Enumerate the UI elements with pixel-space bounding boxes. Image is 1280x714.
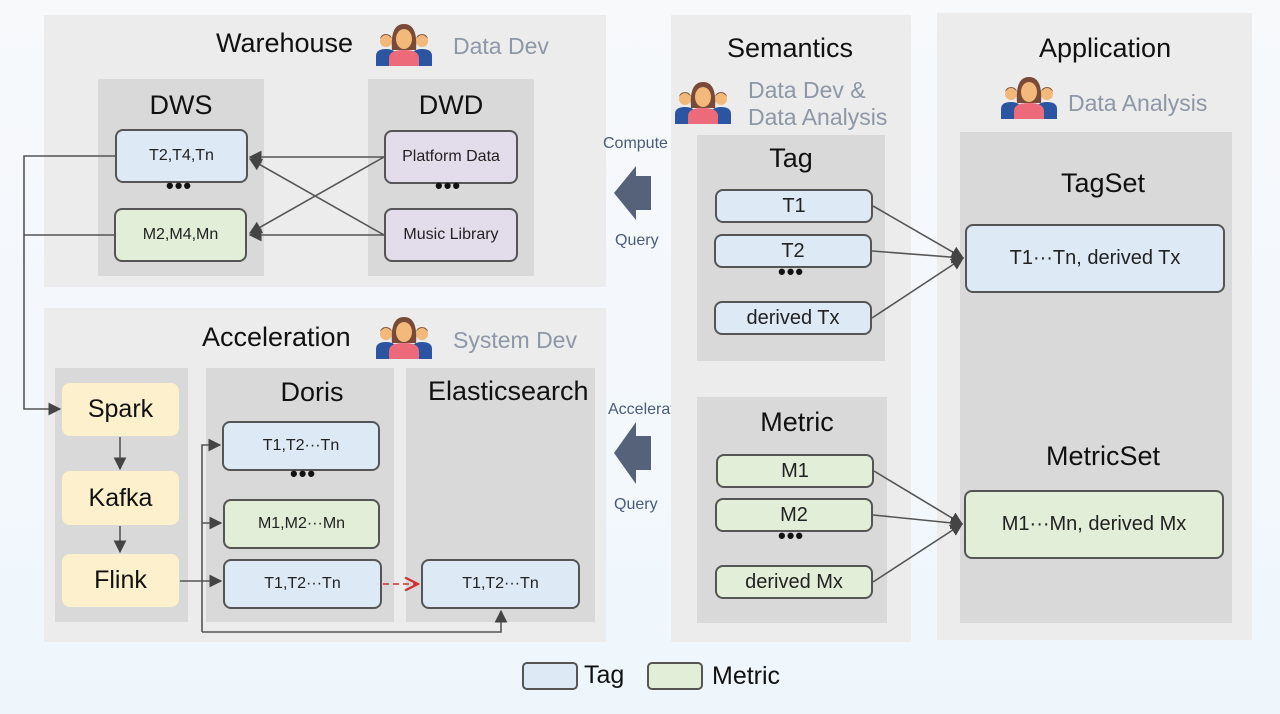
people-icon: [375, 22, 433, 66]
people-icon: [375, 315, 433, 359]
doris-metric-box[interactable]: M1,M2···Mn: [223, 499, 380, 549]
kafka-box[interactable]: Kafka: [62, 471, 179, 525]
people-icon: [674, 80, 732, 124]
tagset-title: TagSet: [1060, 168, 1146, 198]
semantics-role-line1: Data Dev &: [748, 77, 866, 103]
doris-tag-box-2[interactable]: T1,T2···Tn: [223, 559, 382, 609]
application-title: Application: [1039, 33, 1172, 63]
acceleration-title: Acceleration: [202, 322, 351, 352]
dwd-title: DWD: [418, 90, 484, 120]
left-block-arrow-icon: [614, 166, 651, 220]
acceleration-role: System Dev: [453, 327, 577, 353]
warehouse-role: Data Dev: [453, 33, 549, 59]
legend-metric-swatch: [647, 662, 703, 690]
ellipsis: •••: [290, 461, 317, 486]
legend-tag-swatch: [522, 662, 578, 690]
query-label: Query: [614, 496, 658, 513]
es-tag-box[interactable]: T1,T2···Tn: [421, 559, 580, 609]
tag-title: Tag: [769, 143, 813, 173]
application-role: Data Analysis: [1068, 90, 1208, 116]
semantic-tag-t1[interactable]: T1: [715, 189, 873, 223]
people-icon: [1000, 75, 1058, 119]
semantic-metric-derived[interactable]: derived Mx: [715, 565, 873, 599]
tagset-box[interactable]: T1···Tn, derived Tx: [965, 224, 1225, 293]
semantics-title: Semantics: [727, 33, 854, 63]
compute-label: Compute: [603, 135, 668, 152]
left-block-arrow-icon: [614, 422, 651, 484]
ellipsis: •••: [778, 259, 805, 284]
elasticsearch-title: Elasticsearch: [428, 376, 589, 406]
metricset-box[interactable]: M1···Mn, derived Mx: [964, 490, 1224, 559]
semantic-tag-derived[interactable]: derived Tx: [714, 301, 872, 335]
doris-title: Doris: [280, 377, 344, 407]
legend-tag-label: Tag: [584, 661, 625, 689]
semantic-metric-m1[interactable]: M1: [716, 454, 874, 488]
metricset-title: MetricSet: [1045, 441, 1161, 471]
flink-box[interactable]: Flink: [62, 554, 179, 607]
dws-title: DWS: [149, 90, 213, 120]
semantics-role-line2: Data Analysis: [748, 104, 888, 130]
ellipsis: •••: [166, 173, 193, 198]
dws-metric-box[interactable]: M2,M4,Mn: [114, 208, 247, 262]
ellipsis: •••: [435, 173, 462, 198]
spark-box[interactable]: Spark: [62, 383, 179, 436]
warehouse-title: Warehouse: [216, 28, 354, 58]
legend-metric-label: Metric: [712, 662, 781, 690]
metric-title: Metric: [760, 407, 834, 437]
query-label: Query: [615, 232, 659, 249]
music-library-box[interactable]: Music Library: [384, 208, 518, 262]
ellipsis: •••: [778, 523, 805, 548]
